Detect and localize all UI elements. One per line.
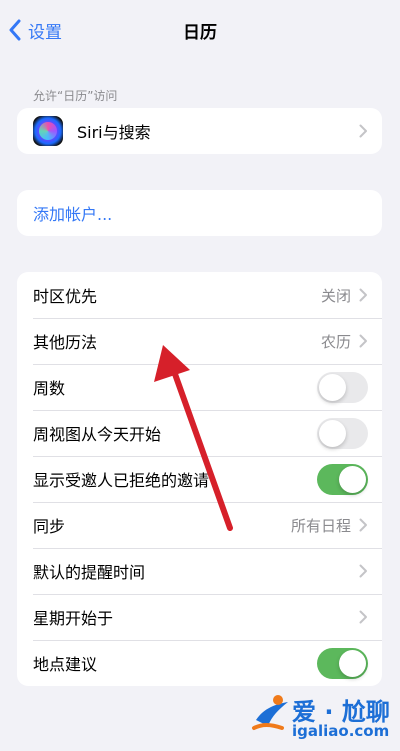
page-title: 日历 xyxy=(183,23,217,43)
week-view-today-toggle[interactable] xyxy=(317,417,368,449)
week-numbers-toggle[interactable] xyxy=(317,371,368,403)
location-suggestions-toggle[interactable] xyxy=(317,647,368,679)
settings-row-sync[interactable]: 同步 所有日程 xyxy=(17,502,382,548)
settings-row-start-week-on[interactable]: 星期开始于 xyxy=(17,594,382,640)
row-label: 地点建议 xyxy=(33,655,98,674)
settings-row-show-declined: 显示受邀人已拒绝的邀请 xyxy=(17,456,382,502)
chevron-right-icon xyxy=(359,288,367,302)
siri-search-row[interactable]: Siri与搜索 xyxy=(17,108,382,154)
chevron-right-icon xyxy=(359,518,367,532)
row-value: 农历 xyxy=(320,332,351,351)
toggle-knob xyxy=(319,419,346,447)
row-label: 周数 xyxy=(33,379,66,398)
watermark-url: igaliao.com xyxy=(292,722,390,740)
nav-bar: 设置 日历 xyxy=(0,0,400,60)
igaliao-logo-icon xyxy=(252,695,288,730)
siri-icon xyxy=(33,116,63,146)
toggle-knob xyxy=(339,649,366,677)
settings-row-week-numbers: 周数 xyxy=(17,364,382,410)
settings-row-default-alert-times[interactable]: 默认的提醒时间 xyxy=(17,548,382,594)
add-account-label: 添加帐户... xyxy=(33,205,113,224)
toggle-knob xyxy=(319,373,346,401)
chevron-right-icon xyxy=(359,124,367,138)
row-label: 星期开始于 xyxy=(33,609,114,628)
section-header-allow-access: 允许“日历”访问 xyxy=(33,89,118,103)
row-label: 时区优先 xyxy=(33,287,98,306)
accounts-card: 添加帐户... xyxy=(17,190,382,236)
row-label: 周视图从今天开始 xyxy=(33,425,162,444)
settings-row-week-view-starts-today: 周视图从今天开始 xyxy=(17,410,382,456)
row-value: 关闭 xyxy=(320,286,351,305)
chevron-right-icon xyxy=(359,334,367,348)
allow-access-card: Siri与搜索 xyxy=(17,108,382,154)
add-account-button[interactable]: 添加帐户... xyxy=(17,190,382,236)
settings-row-location-suggestions: 地点建议 xyxy=(17,640,382,686)
toggle-knob xyxy=(339,465,366,493)
settings-row-timezone-override[interactable]: 时区优先 关闭 xyxy=(17,272,382,318)
row-label: 同步 xyxy=(33,517,66,536)
watermark: 爱 · 尬聊 igaliao.com xyxy=(248,688,398,748)
row-label: 显示受邀人已拒绝的邀请 xyxy=(33,471,210,490)
row-label: 默认的提醒时间 xyxy=(33,563,146,582)
settings-row-alternate-calendars[interactable]: 其他历法 农历 xyxy=(17,318,382,364)
row-value: 所有日程 xyxy=(290,516,351,535)
settings-card: 时区优先 关闭 其他历法 农历 周数 周视图从今天开始 显示受邀人已拒绝的邀请 … xyxy=(17,272,382,686)
chevron-right-icon xyxy=(359,610,367,624)
row-label: Siri与搜索 xyxy=(77,123,151,142)
chevron-right-icon xyxy=(359,564,367,578)
show-declined-toggle[interactable] xyxy=(317,463,368,495)
row-label: 其他历法 xyxy=(33,333,98,352)
